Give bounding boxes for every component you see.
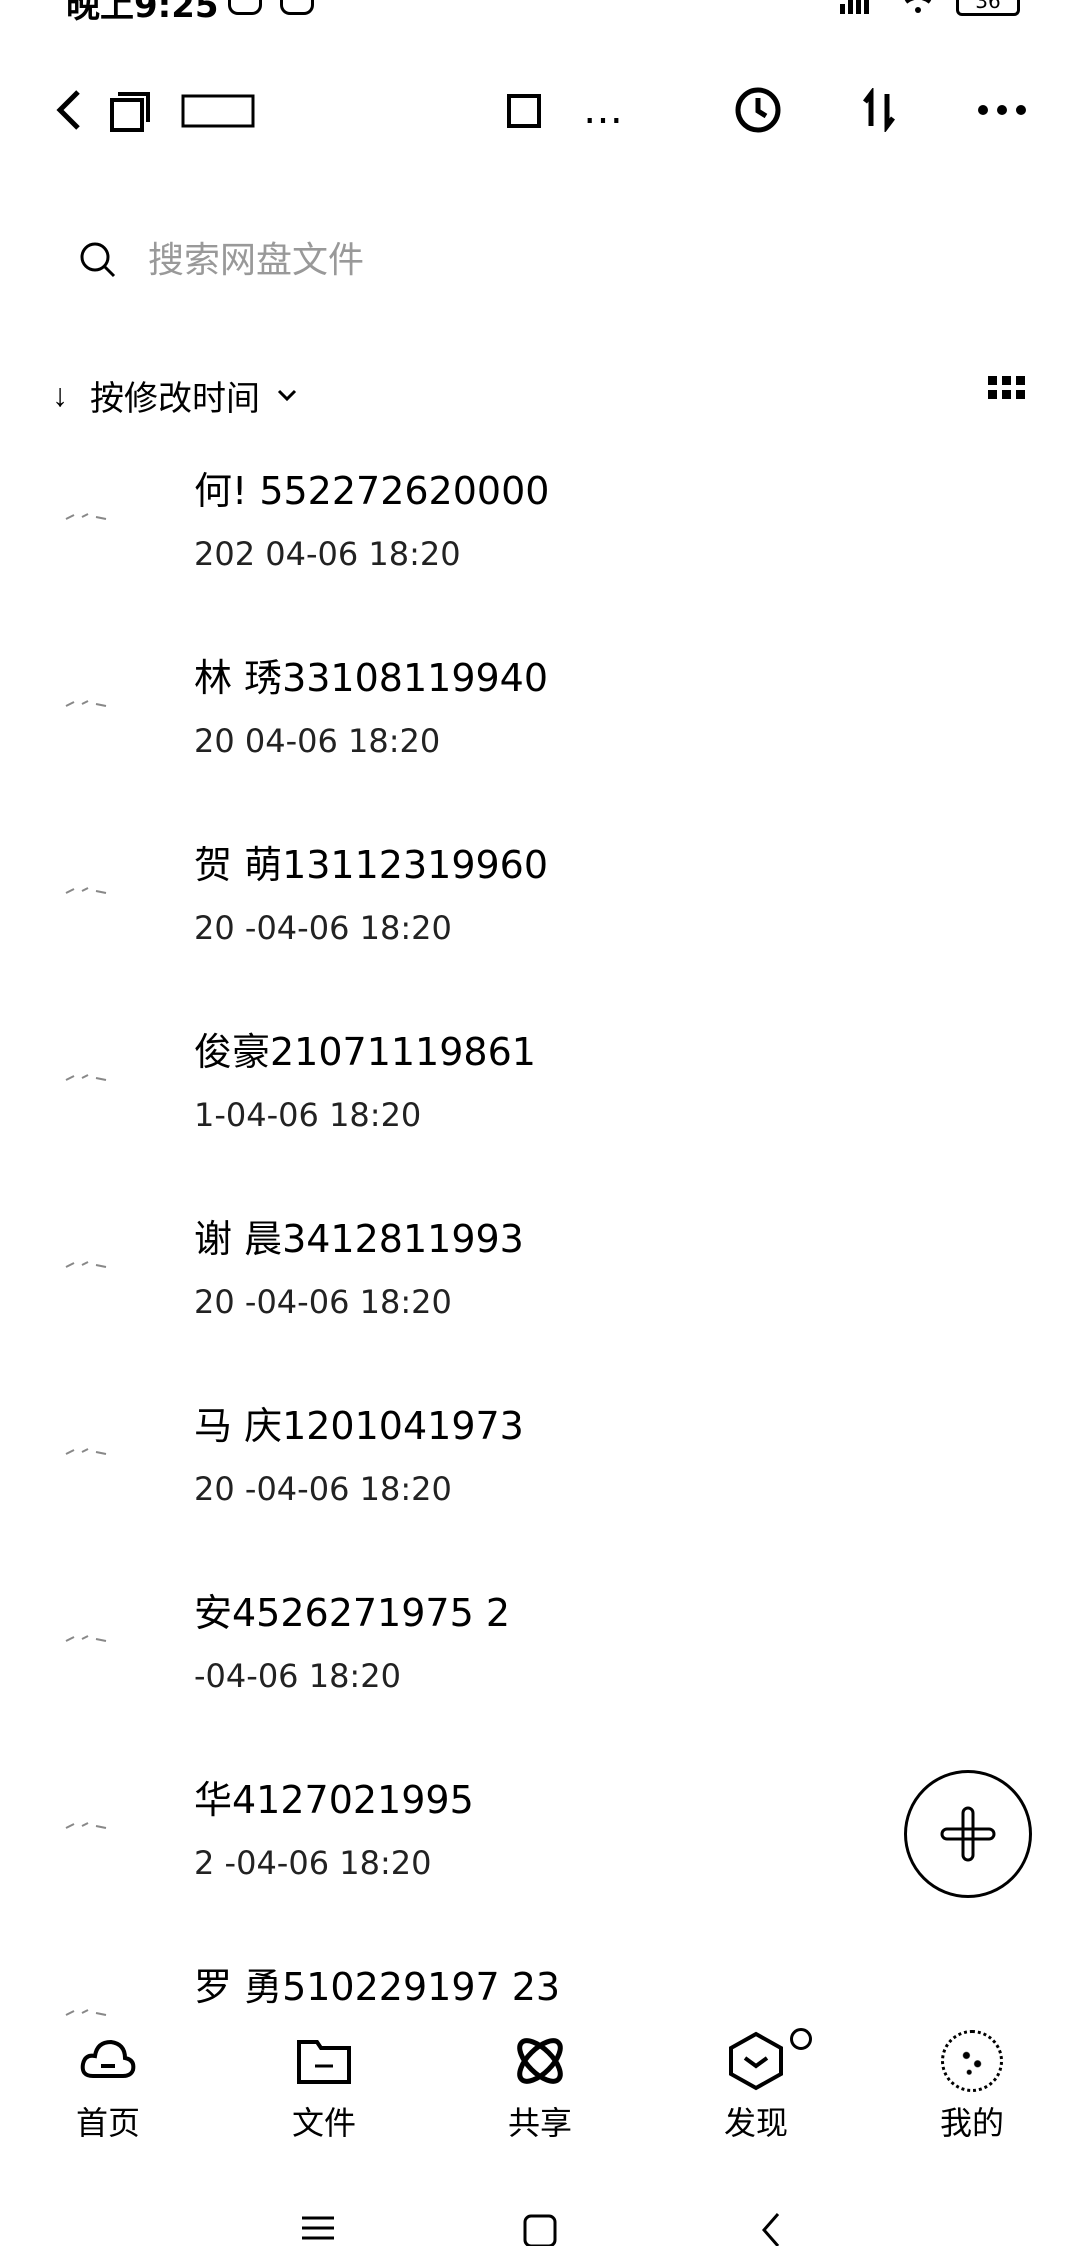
file-thumbnail-icon <box>62 1802 112 1842</box>
search-bar[interactable] <box>78 228 978 292</box>
discover-icon <box>729 2031 783 2091</box>
history-button[interactable] <box>730 70 786 150</box>
file-name: 马 庆1201041973 <box>194 1404 524 1448</box>
nav-label: 发现 <box>723 2105 788 2141</box>
sort-row: ↓ 按修改时间 <box>52 360 1032 430</box>
file-name: 林 琇33108119940 <box>194 656 549 700</box>
share-icon <box>517 2038 563 2084</box>
menu-button[interactable] <box>300 2206 336 2249</box>
avatar <box>941 2030 1003 2092</box>
file-name: 罗 勇510229197 23 <box>194 1965 561 2009</box>
file-date: 2 -04-06 18:20 <box>194 1844 432 1882</box>
status-indicators: 36 <box>836 0 1020 16</box>
status-bar: 晚上9:25 36 <box>0 0 1080 40</box>
file-thumbnail-icon <box>62 867 112 907</box>
chevron-left-icon <box>762 2213 780 2247</box>
system-back-button[interactable] <box>756 2206 786 2249</box>
nav-files[interactable]: 文件 <box>244 2030 404 2142</box>
signal-icon <box>840 0 869 14</box>
list-item[interactable]: 谢 晨3412811993 20 -04-06 18:20 <box>0 1196 1080 1383</box>
file-date: 20 -04-06 18:20 <box>194 909 452 947</box>
status-app-icons <box>228 0 314 15</box>
back-button[interactable] <box>44 70 94 150</box>
file-name: 俊豪21071119861 <box>194 1030 536 1074</box>
file-thumbnail-icon <box>62 1615 112 1655</box>
bottom-nav: 首页 文件 共享 发现 我的 <box>0 2030 1080 2160</box>
battery-icon: 36 <box>956 0 1020 16</box>
notification-dot <box>790 2028 812 2050</box>
file-date: 202 04-06 18:20 <box>194 535 461 573</box>
system-nav <box>0 2206 1080 2249</box>
file-name: 安4526271975 2 <box>194 1591 511 1635</box>
file-thumbnail-icon <box>62 1241 112 1281</box>
sort-updown-icon <box>863 88 895 132</box>
chevron-down-icon <box>277 389 297 402</box>
notification-icon <box>280 0 314 15</box>
notification-icon <box>228 0 262 15</box>
folder-icon <box>297 2040 351 2084</box>
nav-label: 文件 <box>291 2105 356 2141</box>
more-button[interactable] <box>974 70 1030 150</box>
file-thumbnail-icon <box>62 1428 112 1468</box>
file-date: 20 -04-06 18:20 <box>194 1470 452 1508</box>
transfer-button[interactable] <box>854 70 904 150</box>
status-time: 晚上9:25 <box>66 0 219 26</box>
file-thumbnail-icon <box>62 493 112 533</box>
sort-label: 按修改时间 <box>90 379 260 418</box>
nav-label: 我的 <box>939 2105 1004 2141</box>
list-item[interactable]: 安4526271975 2 -04-06 18:20 <box>0 1570 1080 1757</box>
plus-icon <box>940 1806 996 1862</box>
menu-icon <box>302 2216 334 2240</box>
list-item[interactable]: 贺 萌13112319960 20 -04-06 18:20 <box>0 822 1080 1009</box>
search-input[interactable] <box>146 238 850 282</box>
file-date: 1-04-06 18:20 <box>194 1096 422 1134</box>
file-date: 20 04-06 18:20 <box>194 722 441 760</box>
add-button[interactable] <box>904 1770 1032 1898</box>
window-icon <box>110 92 150 132</box>
list-item[interactable]: 俊豪21071119861 1-04-06 18:20 <box>0 1009 1080 1196</box>
home-square-icon <box>523 2214 557 2248</box>
chevron-left-icon <box>56 90 80 130</box>
sort-button[interactable]: ↓ 按修改时间 <box>52 371 300 420</box>
file-name: 华4127021995 <box>194 1778 474 1822</box>
file-name: 何! 552272620000 <box>194 469 550 513</box>
list-item[interactable]: 何! 552272620000 202 04-06 18:20 <box>0 448 1080 635</box>
nav-label: 共享 <box>507 2105 572 2141</box>
file-list: 何! 552272620000 202 04-06 18:20 林 琇33108… <box>0 448 1080 2131</box>
file-date: -04-06 18:20 <box>194 1657 401 1695</box>
nav-share[interactable]: 共享 <box>460 2030 620 2142</box>
square-icon <box>504 70 544 150</box>
file-name: 贺 萌13112319960 <box>194 843 549 887</box>
grid-view-icon[interactable] <box>988 376 1026 404</box>
history-icon <box>735 87 781 133</box>
file-thumbnail-icon <box>62 1989 112 2029</box>
cloud-icon <box>80 2039 136 2078</box>
search-icon <box>80 242 116 278</box>
placeholder-icon <box>180 70 256 150</box>
more-dots-icon <box>978 105 1026 115</box>
nav-profile[interactable]: 我的 <box>892 2030 1052 2142</box>
window-button[interactable] <box>106 70 154 150</box>
nav-home[interactable]: 首页 <box>28 2030 188 2142</box>
ellipsis-icon: … <box>583 87 623 133</box>
file-name: 谢 晨3412811993 <box>194 1217 524 1261</box>
home-button[interactable] <box>522 2206 558 2249</box>
top-toolbar: … <box>0 70 1080 150</box>
file-thumbnail-icon <box>62 680 112 720</box>
arrow-down-icon: ↓ <box>52 376 68 413</box>
nav-discover[interactable]: 发现 <box>676 2030 836 2142</box>
list-item[interactable]: 林 琇33108119940 20 04-06 18:20 <box>0 635 1080 822</box>
list-item[interactable]: 马 庆1201041973 20 -04-06 18:20 <box>0 1383 1080 1570</box>
wifi-icon <box>904 0 932 13</box>
file-date: 20 -04-06 18:20 <box>194 1283 452 1321</box>
file-thumbnail-icon <box>62 1054 112 1094</box>
nav-label: 首页 <box>75 2105 140 2141</box>
